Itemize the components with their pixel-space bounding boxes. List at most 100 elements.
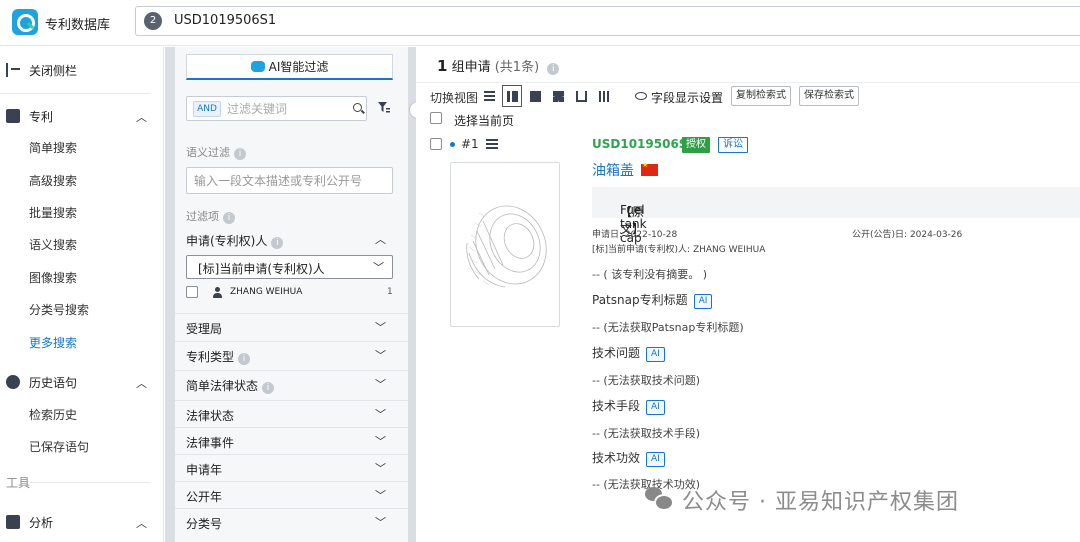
chevron-down-icon: ﹀ <box>375 516 386 529</box>
info-icon[interactable]: i <box>238 353 251 365</box>
nav-more-search[interactable]: 更多搜索 <box>29 334 77 351</box>
chevron-down-icon: ﹀ <box>375 435 386 448</box>
filter-panel-scrollbar[interactable] <box>408 47 416 542</box>
nav-analysis-label: 分析 <box>29 516 54 530</box>
nav-saved-queries[interactable]: 已保存语句 <box>29 438 89 455</box>
facet-legal-status[interactable]: 法律状态 ﹀ <box>175 400 408 427</box>
nav-analysis[interactable]: 分析 ︿ <box>0 510 164 534</box>
nav-batch-search[interactable]: 批量搜索 <box>29 204 77 221</box>
nav-classification-search[interactable]: 分类号搜索 <box>29 301 89 318</box>
applicant-type-select[interactable]: [标]当前申请(专利权)人 ﹀ <box>186 255 393 279</box>
facet-office[interactable]: 受理局 ﹀ <box>175 313 408 340</box>
ai-tag[interactable]: AI <box>693 294 713 309</box>
app-logo-icon[interactable] <box>12 9 38 35</box>
ai-tag[interactable]: AI <box>646 400 665 415</box>
nav-image-search[interactable]: 图像搜索 <box>29 269 77 286</box>
filter-funnel-icon[interactable] <box>378 102 390 114</box>
chevron-down-icon: ﹀ <box>375 408 386 421</box>
chevron-up-icon: ︿ <box>136 517 147 530</box>
ai-tag[interactable]: AI <box>646 452 665 467</box>
save-query-button[interactable]: 保存检索式 <box>799 86 859 106</box>
semantic-filter-input[interactable] <box>186 167 393 194</box>
filter-items-text: 过滤项 <box>186 210 219 223</box>
view-drawing-button[interactable] <box>571 85 591 107</box>
facet-simple-legal-status[interactable]: 简单法律状态 i ﹀ <box>175 370 408 397</box>
chevron-down-icon: ﹀ <box>375 489 386 502</box>
info-icon[interactable]: i <box>234 148 246 160</box>
select-page-checkbox[interactable] <box>430 112 442 124</box>
view-detail-button[interactable] <box>502 85 522 107</box>
nav-semantic-search[interactable]: 语义搜索 <box>29 236 77 253</box>
field-tech-problem: 技术问题 AI <box>592 344 665 362</box>
keyword-filter-input[interactable] <box>227 100 347 118</box>
field-tech-means-value: -- (无法获取技术手段) <box>592 427 701 440</box>
facet-applicant[interactable]: 申请(专利权)人 i ︿ <box>175 226 408 253</box>
facet-pub-year[interactable]: 公开年 ﹀ <box>175 481 408 508</box>
total-count: (共1条) <box>494 60 540 75</box>
info-icon[interactable]: i <box>547 63 560 75</box>
facet-classification-label: 分类号 <box>186 517 223 531</box>
china-flag-icon <box>641 161 658 176</box>
assignee-value[interactable]: ZHANG WEIHUA <box>693 245 765 255</box>
nav-advanced-search[interactable]: 高级搜索 <box>29 172 77 189</box>
facet-simple-legal-status-label: 简单法律状态 i <box>186 377 275 394</box>
filing-date-label: 申请日: <box>592 230 623 240</box>
group-count: 1 <box>437 57 448 75</box>
field-display-settings[interactable]: 字段显示设置 <box>651 89 723 106</box>
patent-drawing-thumbnail[interactable] <box>450 162 560 327</box>
ai-filter-button[interactable]: AI智能过滤 <box>186 54 393 80</box>
litigation-badge[interactable]: 诉讼 <box>718 137 748 153</box>
search-box[interactable]: 2 USD1019506S1 <box>135 6 1080 36</box>
close-sidebar-label: 关闭侧栏 <box>29 64 78 78</box>
applicant-option-checkbox[interactable] <box>186 286 198 298</box>
info-icon[interactable]: i <box>271 237 284 249</box>
sidebar-scrollbar[interactable] <box>165 47 175 542</box>
nav-history[interactable]: 历史语句 ︿ <box>0 370 164 394</box>
field-tech-means: 技术手段 AI <box>592 397 665 415</box>
facet-patent-type-text: 专利类型 <box>186 350 235 364</box>
facet-classification[interactable]: 分类号 ﹀ <box>175 508 408 535</box>
chevron-down-icon: ﹀ <box>375 462 386 475</box>
applicant-option-label: ZHANG WEIHUA <box>230 287 303 297</box>
facet-patent-type[interactable]: 专利类型 i ﹀ <box>175 341 408 368</box>
search-icon[interactable] <box>353 103 362 112</box>
patent-title[interactable]: 油箱盖 <box>592 160 634 180</box>
chevron-up-icon: ︿ <box>136 377 147 390</box>
nav-patent[interactable]: 专利 ︿ <box>0 104 164 128</box>
fuel-cap-drawing <box>466 205 547 288</box>
facet-filing-year[interactable]: 申请年 ﹀ <box>175 454 408 481</box>
patent-publication-number[interactable]: USD1019506S1 <box>592 137 696 151</box>
ai-tag[interactable]: AI <box>646 347 665 362</box>
pub-date-label: 公开(公告)日: <box>852 230 908 240</box>
applicant-option[interactable]: ZHANG WEIHUA 1 <box>186 284 393 302</box>
search-query[interactable]: USD1019506S1 <box>174 13 276 28</box>
left-sidebar: 关闭侧栏 专利 ︿ 简单搜索 高级搜索 批量搜索 语义搜索 图像搜索 分类号搜索… <box>0 47 164 542</box>
nav-simple-search[interactable]: 简单搜索 <box>29 139 77 156</box>
robot-icon <box>250 61 265 72</box>
original-title-box: 【原文】 Fuel tank cap <box>592 187 1080 245</box>
field-patsnap-title-label: Patsnap专利标题 <box>592 293 688 307</box>
record-checkbox[interactable] <box>430 138 442 150</box>
view-grid-button[interactable] <box>548 85 568 107</box>
facet-legal-event[interactable]: 法律事件 ﹀ <box>175 427 408 454</box>
and-operator-button[interactable]: AND <box>193 101 221 117</box>
field-patsnap-title-value: -- (无法获取Patsnap专利标题) <box>592 321 744 334</box>
clock-icon <box>6 375 20 389</box>
applicant-select-value: [标]当前申请(专利权)人 <box>198 262 325 276</box>
document-icon[interactable] <box>486 139 498 151</box>
field-tech-effect-label: 技术功效 <box>592 451 641 465</box>
view-image-button[interactable] <box>525 85 545 107</box>
close-sidebar-button[interactable]: 关闭侧栏 <box>0 58 164 82</box>
collapse-sidebar-icon <box>6 63 20 77</box>
chevron-up-icon: ︿ <box>136 111 147 124</box>
nav-search-history[interactable]: 检索历史 <box>29 406 77 423</box>
info-icon[interactable]: i <box>223 212 235 224</box>
pub-date-value: 2024-03-26 <box>909 230 963 240</box>
copy-query-button[interactable]: 复制检索式 <box>731 86 791 106</box>
view-list-button[interactable] <box>479 85 499 107</box>
info-icon[interactable]: i <box>262 382 275 394</box>
unread-dot <box>450 142 455 147</box>
filter-panel: AI智能过滤 AND 语义过滤i 过滤项i 申请(专利权)人i ︿ [标]当前申… <box>175 47 408 542</box>
view-chart-button[interactable] <box>594 85 614 107</box>
status-badge-granted: 授权 <box>682 137 710 153</box>
